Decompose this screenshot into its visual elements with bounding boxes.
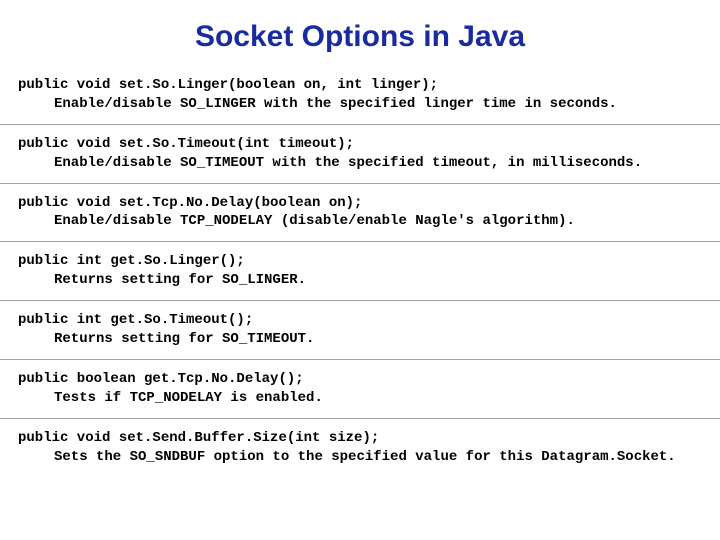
divider <box>0 183 720 184</box>
divider <box>0 124 720 125</box>
method-signature: public boolean get.Tcp.No.Delay(); <box>18 370 702 389</box>
method-entry: public boolean get.Tcp.No.Delay(); Tests… <box>18 370 702 408</box>
method-signature: public int get.So.Timeout(); <box>18 311 702 330</box>
method-entry: public void set.So.Timeout(int timeout);… <box>18 135 702 173</box>
method-description: Enable/disable TCP_NODELAY (disable/enab… <box>18 212 702 231</box>
divider <box>0 418 720 419</box>
method-description: Sets the SO_SNDBUF option to the specifi… <box>18 448 702 467</box>
method-signature: public void set.So.Linger(boolean on, in… <box>18 76 702 95</box>
method-entry: public void set.Send.Buffer.Size(int siz… <box>18 429 702 467</box>
method-description: Enable/disable SO_TIMEOUT with the speci… <box>18 154 702 173</box>
method-signature: public void set.So.Timeout(int timeout); <box>18 135 702 154</box>
method-description: Returns setting for SO_LINGER. <box>18 271 702 290</box>
method-description: Returns setting for SO_TIMEOUT. <box>18 330 702 349</box>
divider <box>0 241 720 242</box>
method-description: Tests if TCP_NODELAY is enabled. <box>18 389 702 408</box>
method-entry: public void set.So.Linger(boolean on, in… <box>18 76 702 114</box>
divider <box>0 300 720 301</box>
method-signature: public int get.So.Linger(); <box>18 252 702 271</box>
page-title: Socket Options in Java <box>18 20 702 54</box>
method-description: Enable/disable SO_LINGER with the specif… <box>18 95 702 114</box>
method-entry: public void set.Tcp.No.Delay(boolean on)… <box>18 194 702 232</box>
divider <box>0 359 720 360</box>
method-signature: public void set.Send.Buffer.Size(int siz… <box>18 429 702 448</box>
method-entry: public int get.So.Timeout(); Returns set… <box>18 311 702 349</box>
method-entry: public int get.So.Linger(); Returns sett… <box>18 252 702 290</box>
method-signature: public void set.Tcp.No.Delay(boolean on)… <box>18 194 702 213</box>
